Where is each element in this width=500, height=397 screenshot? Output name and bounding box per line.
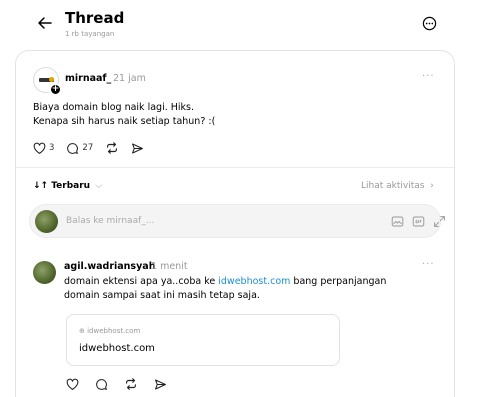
- comment-author[interactable]: agil.wadriansyah: [64, 261, 155, 272]
- comment-timestamp: 1 menit: [151, 261, 188, 272]
- chevron-right-icon: ›: [427, 181, 434, 191]
- heart-icon: [33, 142, 46, 154]
- sort-label: Terbaru: [51, 181, 91, 191]
- view-count: 1 rb tayangan: [65, 30, 115, 38]
- send-icon: [132, 143, 144, 153]
- link-preview-domain-text: idwebhost.com: [87, 327, 141, 335]
- like-button[interactable]: [66, 378, 79, 391]
- thread-card: + mirnaaf_ 21 jam ··· Biaya domain blog …: [15, 50, 455, 397]
- comment-button[interactable]: [95, 378, 108, 391]
- post-more-button[interactable]: ···: [422, 71, 435, 82]
- heart-icon: [66, 378, 79, 390]
- repost-icon: [107, 142, 118, 154]
- link-preview-card[interactable]: ⊕ idwebhost.com idwebhost.com: [66, 314, 340, 366]
- post-author[interactable]: mirnaaf_: [65, 73, 111, 84]
- post-text-line: Kenapa sih harus naik setiap tahun? :(: [33, 116, 216, 127]
- comment-body: domain ektensi apa ya..coba ke idwebhost…: [64, 275, 424, 303]
- comment-icon: [67, 142, 79, 154]
- avatar[interactable]: +: [33, 67, 62, 96]
- brand-logo-dot: [49, 77, 54, 82]
- repost-button[interactable]: [124, 377, 138, 391]
- avatar: [35, 210, 58, 233]
- comment-more-button[interactable]: ···: [422, 259, 435, 270]
- comment-text: domain ektensi apa ya..coba ke: [64, 276, 219, 287]
- more-circle-icon: [422, 16, 436, 30]
- reply-input[interactable]: [66, 213, 316, 229]
- share-button[interactable]: [131, 142, 144, 155]
- like-button[interactable]: 3: [33, 142, 54, 155]
- comment-icon: [96, 378, 107, 390]
- gif-icon[interactable]: [411, 214, 425, 228]
- view-activity-link[interactable]: Lihat aktivitas ›: [361, 181, 434, 191]
- more-options-button[interactable]: [418, 12, 440, 34]
- like-count: 3: [49, 143, 55, 153]
- top-bar: Thread 1 rb tayangan: [0, 0, 500, 46]
- avatar[interactable]: [33, 261, 56, 284]
- send-icon: [155, 379, 166, 389]
- image-icon[interactable]: [390, 214, 404, 228]
- repost-button[interactable]: [105, 141, 119, 155]
- back-button[interactable]: [34, 12, 56, 34]
- link-preview-title: idwebhost.com: [79, 343, 155, 354]
- expand-icon[interactable]: [432, 214, 446, 228]
- sort-dropdown[interactable]: ↓↑ Terbaru ⌵: [33, 181, 102, 191]
- follow-plus-icon[interactable]: +: [49, 83, 62, 96]
- link-preview-domain: ⊕ idwebhost.com: [79, 327, 140, 335]
- reply-composer[interactable]: [29, 204, 445, 238]
- comment-actions: [66, 377, 179, 391]
- divider: [16, 167, 454, 168]
- repost-icon: [126, 378, 136, 390]
- post-timestamp: 21 jam: [113, 73, 146, 84]
- activity-label: Lihat aktivitas: [361, 181, 425, 191]
- share-button[interactable]: [154, 378, 167, 391]
- post-text-line: Biaya domain blog naik lagi. Hiks.: [33, 102, 194, 113]
- post-body: Biaya domain blog naik lagi. Hiks. Kenap…: [33, 101, 433, 129]
- page-title: Thread: [65, 9, 125, 27]
- comment-link[interactable]: idwebhost.com: [218, 276, 290, 287]
- chevron-down-icon: ⌵: [95, 181, 103, 191]
- comment-count: 27: [82, 143, 94, 153]
- arrow-left-icon: [38, 17, 52, 29]
- sort-icon: ↓↑: [33, 181, 49, 191]
- post-actions: 3 27: [33, 141, 156, 155]
- globe-icon: ⊕: [79, 327, 85, 335]
- comment-button[interactable]: 27: [66, 142, 93, 155]
